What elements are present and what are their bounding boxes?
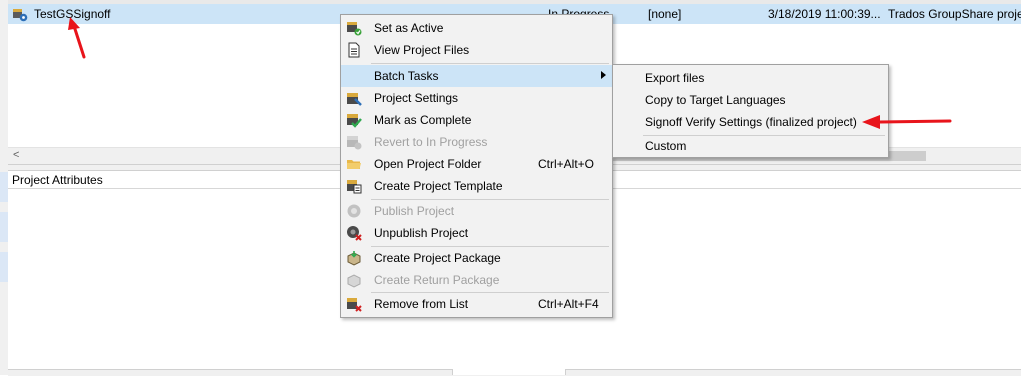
menu-label: Batch Tasks	[374, 69, 439, 83]
annotation-arrow-icon	[68, 17, 86, 59]
submenu-label: Export files	[645, 71, 705, 85]
menu-item-revert-in-progress: Revert to In Progress	[341, 131, 612, 153]
scroll-left-arrow[interactable]: <	[13, 149, 19, 161]
menu-label: Open Project Folder	[374, 157, 482, 171]
unpublish-icon	[347, 226, 362, 241]
project-due-date: [none]	[648, 7, 682, 21]
project-attributes-title: Project Attributes	[12, 173, 103, 187]
menu-label: Create Project Package	[374, 251, 501, 265]
menu-label: Create Return Package	[374, 273, 500, 287]
return-package-icon	[347, 274, 361, 288]
menu-label: Set as Active	[374, 21, 444, 35]
bottom-tab[interactable]	[452, 369, 566, 375]
menu-separator	[371, 63, 609, 64]
menu-item-project-settings[interactable]: Project Settings	[341, 87, 612, 109]
folder-icon	[347, 160, 361, 169]
submenu-item-signoff-verify[interactable]: Signoff Verify Settings (finalized proje…	[613, 111, 888, 133]
menu-item-set-active[interactable]: Set as Active	[341, 17, 612, 39]
project-created-date: 3/18/2019 11:00:39...	[768, 7, 881, 21]
checkmark-icon	[347, 114, 362, 128]
remove-icon	[347, 298, 362, 312]
publish-icon	[347, 204, 361, 218]
submenu-arrow-icon	[601, 71, 606, 79]
template-icon	[347, 180, 362, 194]
menu-shortcut: Ctrl+Alt+O	[538, 157, 595, 171]
submenu-item-custom[interactable]: Custom	[613, 135, 888, 157]
menu-label: Revert to In Progress	[374, 135, 488, 149]
menu-item-remove-from-list[interactable]: Remove from List Ctrl+Alt+F4	[341, 293, 612, 315]
submenu-label: Copy to Target Languages	[645, 93, 786, 107]
menu-item-unpublish-project[interactable]: Unpublish Project	[341, 222, 612, 244]
submenu-item-export-files[interactable]: Export files	[613, 67, 888, 89]
menu-label: Remove from List	[374, 297, 469, 311]
menu-item-create-project-package[interactable]: Create Project Package	[341, 247, 612, 269]
menu-item-create-project-template[interactable]: Create Project Template	[341, 175, 612, 197]
menu-item-mark-complete[interactable]: Mark as Complete	[341, 109, 612, 131]
revert-icon	[347, 136, 362, 150]
menu-label: Mark as Complete	[374, 113, 472, 127]
submenu-item-copy-to-target[interactable]: Copy to Target Languages	[613, 89, 888, 111]
submenu-label: Custom	[645, 139, 687, 153]
left-strip-tab[interactable]	[0, 252, 8, 282]
annotation-arrow-icon	[862, 115, 952, 129]
package-icon	[347, 251, 361, 266]
menu-shortcut: Ctrl+Alt+F4	[538, 297, 599, 311]
menu-label: Project Settings	[374, 91, 459, 105]
left-strip-tab[interactable]	[0, 212, 8, 242]
submenu-label: Signoff Verify Settings (finalized proje…	[645, 115, 857, 129]
set-active-icon	[347, 22, 362, 36]
menu-item-create-return-package: Create Return Package	[341, 269, 612, 291]
menu-label: Unpublish Project	[374, 226, 469, 240]
batch-tasks-submenu: Export files Copy to Target Languages Si…	[612, 64, 889, 158]
menu-label: View Project Files	[374, 43, 470, 57]
project-server-icon	[13, 9, 28, 22]
left-strip-tab[interactable]	[0, 172, 8, 202]
project-server-type: Trados GroupShare project	[888, 7, 1021, 21]
menu-item-batch-tasks[interactable]: Batch Tasks	[341, 65, 612, 87]
document-icon	[348, 42, 360, 58]
menu-item-publish-project: Publish Project	[341, 200, 612, 222]
settings-icon	[347, 93, 362, 106]
menu-label: Publish Project	[374, 204, 455, 218]
menu-item-open-project-folder[interactable]: Open Project Folder Ctrl+Alt+O	[341, 153, 612, 175]
menu-label: Create Project Template	[374, 179, 503, 193]
menu-item-view-project-files[interactable]: View Project Files	[341, 39, 612, 61]
project-context-menu: Set as Active View Project Files Batch T…	[340, 14, 613, 318]
